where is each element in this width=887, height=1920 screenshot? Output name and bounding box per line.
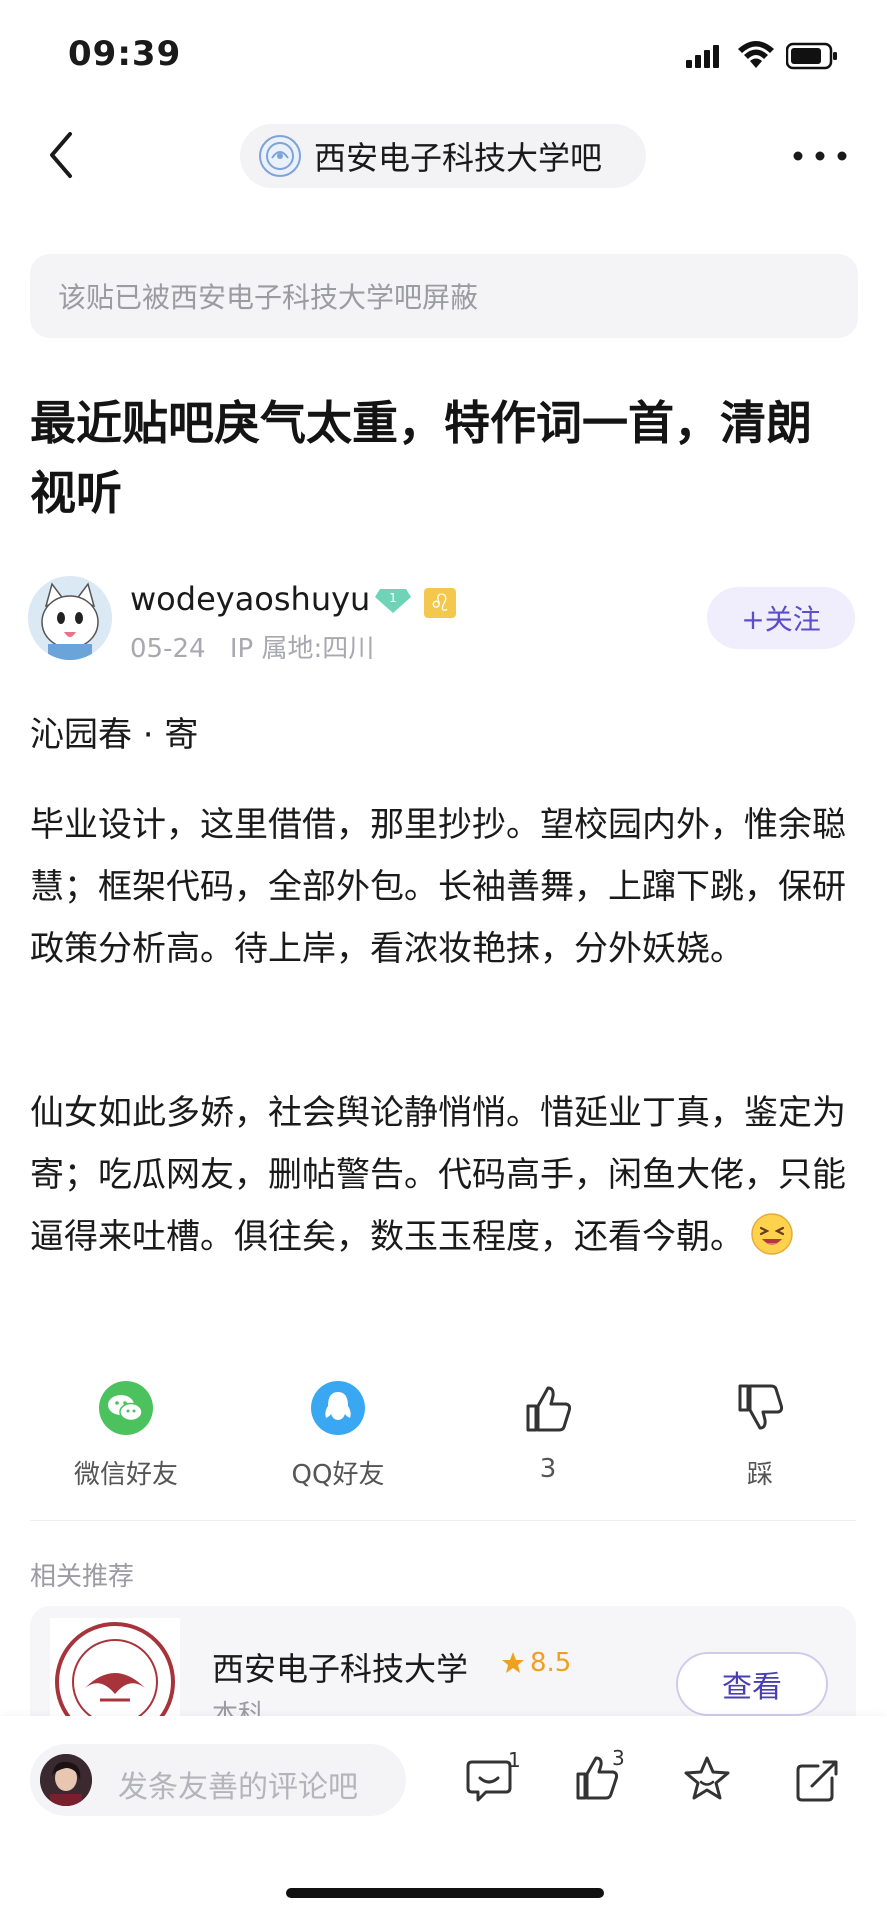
rating-star-icon <box>502 1652 524 1673</box>
home-indicator <box>286 1888 604 1898</box>
user-avatar-icon <box>40 1754 92 1806</box>
share-qq-label: QQ好友 <box>291 1460 385 1490</box>
level-badge-icon: 1 <box>375 589 411 613</box>
dislike-button[interactable]: 踩 <box>680 1380 840 1491</box>
blocked-notice-text: 该贴已被西安电子科技大学吧屏蔽 <box>58 281 479 314</box>
cat-avatar-icon <box>28 576 112 660</box>
poem-title: 沁园春 · 寄 <box>30 715 199 755</box>
post-date: 05-24 <box>130 634 206 664</box>
more-icon[interactable] <box>792 150 848 162</box>
thumbs-down-icon <box>738 1384 784 1430</box>
related-card-score: 8.5 <box>530 1648 572 1678</box>
bottom-like-count: 3 <box>612 1746 625 1770</box>
forum-name: 西安电子科技大学吧 <box>314 139 603 177</box>
signal-icon <box>686 45 719 68</box>
laughing-emoji-icon <box>751 1213 793 1255</box>
author-username[interactable]: wodeyaoshuyu <box>130 580 370 618</box>
related-label: 相关推荐 <box>30 1562 135 1592</box>
university-seal-icon <box>55 1622 175 1722</box>
user-avatar <box>40 1754 92 1806</box>
post-paragraph-2: 仙女如此多娇，社会舆论静悄悄。惜延业丁真，鉴定为寄；吃瓜网友，删帖警告。代码高手… <box>30 1082 856 1268</box>
back-icon[interactable] <box>46 130 76 180</box>
forum-pill[interactable]: 西安电子科技大学吧 <box>240 124 646 188</box>
post-paragraph-1: 毕业设计，这里借借，那里抄抄。望校园内外，惟余聪慧；框架代码，全部外包。长袖善舞… <box>30 805 846 969</box>
share-qq-button[interactable]: QQ好友 <box>258 1380 418 1491</box>
forum-logo-icon <box>259 135 301 177</box>
comment-count: 1 <box>508 1748 521 1772</box>
post-paragraph-2-text: 仙女如此多娇，社会舆论静悄悄。惜延业丁真，鉴定为寄；吃瓜网友，删帖警告。代码高手… <box>30 1093 846 1257</box>
status-time: 09:39 <box>68 34 182 74</box>
thumbs-up-icon <box>526 1386 572 1432</box>
like-count: 3 <box>539 1454 557 1484</box>
dislike-label: 踩 <box>746 1460 773 1490</box>
divider <box>30 1520 856 1521</box>
share-wechat-label: 微信好友 <box>73 1460 178 1490</box>
share-icon[interactable] <box>792 1756 842 1806</box>
like-button[interactable]: 3 <box>468 1380 628 1484</box>
comment-count-button[interactable]: 1 <box>464 1748 524 1810</box>
university-logo <box>50 1618 180 1722</box>
author-avatar[interactable] <box>28 576 112 660</box>
related-card-name: 西安电子科技大学 <box>212 1650 469 1688</box>
battery-icon <box>786 42 837 70</box>
level-badge-text: 1 <box>389 591 397 605</box>
share-wechat-button[interactable]: 微信好友 <box>46 1380 206 1491</box>
wifi-icon <box>738 41 774 68</box>
follow-button[interactable]: +关注 <box>707 587 855 649</box>
favorite-star-icon[interactable] <box>682 1754 732 1804</box>
zodiac-badge: ♌ <box>424 588 456 618</box>
wechat-icon <box>99 1381 153 1435</box>
post-meta: 05-24 IP 属地:四川 <box>130 628 374 665</box>
comment-icon <box>466 1760 512 1802</box>
view-button[interactable]: 查看 <box>676 1652 828 1716</box>
bottom-like-button[interactable]: 3 <box>572 1746 632 1808</box>
ip-location: IP 属地:四川 <box>229 634 375 664</box>
comment-placeholder: 发条友善的评论吧 <box>118 1770 358 1805</box>
post-title: 最近贴吧戾气太重，特作词一首，清朗视听 <box>30 396 812 520</box>
qq-icon <box>311 1381 365 1435</box>
